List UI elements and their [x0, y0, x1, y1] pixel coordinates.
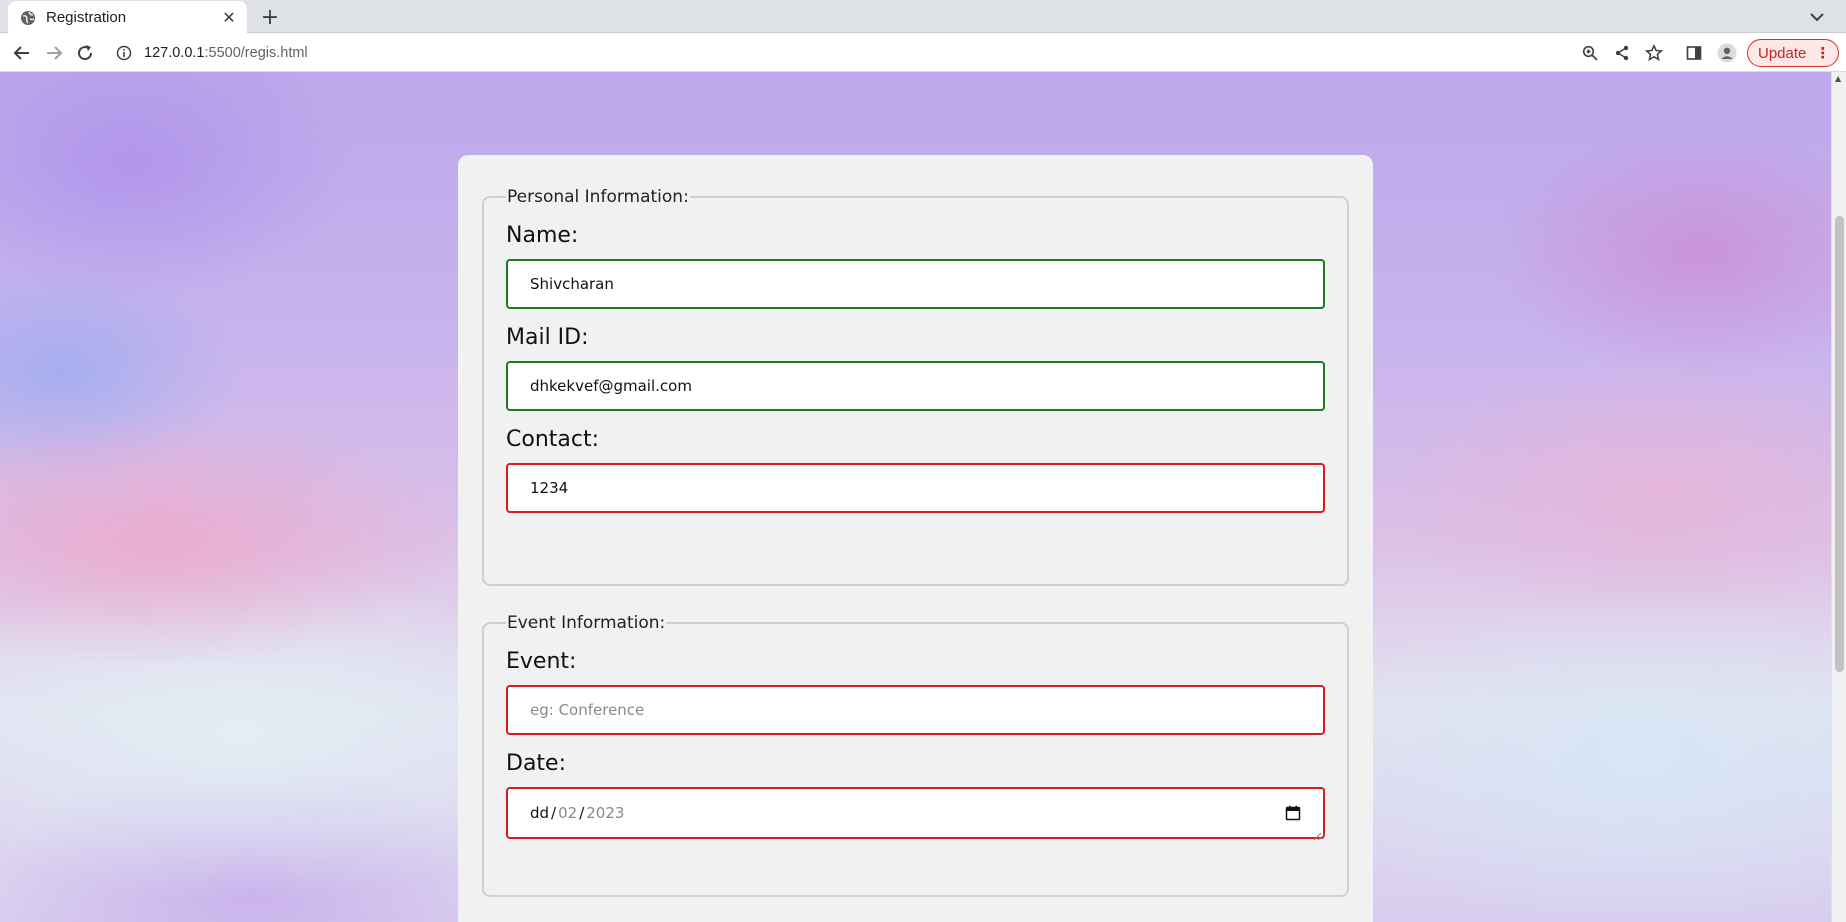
date-separator: /: [579, 804, 585, 822]
event-information-fieldset: Event Information: Event: Date: dd/02/20…: [482, 613, 1349, 897]
date-separator: /: [551, 804, 557, 822]
more-vertical-icon: ⋮: [1815, 43, 1831, 62]
name-input[interactable]: [506, 259, 1325, 309]
scroll-up-arrow-icon[interactable]: ▲: [1835, 74, 1841, 83]
date-label: Date:: [506, 751, 566, 776]
info-icon[interactable]: [114, 43, 134, 63]
reload-icon[interactable]: [72, 40, 98, 66]
url-text: 127.0.0.1:5500/regis.html: [144, 45, 308, 61]
contact-input[interactable]: [506, 463, 1325, 513]
zoom-icon[interactable]: [1579, 42, 1601, 64]
scrollbar-thumb[interactable]: [1835, 216, 1844, 672]
event-label: Event:: [506, 649, 577, 674]
chevron-down-icon[interactable]: [1806, 6, 1828, 28]
browser-tab[interactable]: Registration ✕: [8, 1, 247, 34]
update-label: Update: [1758, 44, 1807, 62]
url-path: :5500/regis.html: [204, 44, 308, 61]
date-day-segment[interactable]: dd: [530, 804, 549, 822]
calendar-icon[interactable]: [1285, 805, 1301, 821]
url-host: 127.0.0.1: [144, 44, 205, 61]
close-icon[interactable]: ✕: [217, 6, 241, 30]
profile-avatar-icon[interactable]: [1716, 42, 1738, 64]
contact-label: Contact:: [506, 427, 600, 452]
resize-grip-icon[interactable]: [1313, 827, 1322, 841]
address-bar[interactable]: 127.0.0.1:5500/regis.html: [110, 36, 1588, 69]
personal-information-legend: Personal Information:: [507, 187, 689, 207]
date-input[interactable]: dd/02/2023: [506, 787, 1325, 841]
share-icon[interactable]: [1611, 42, 1633, 64]
mail-id-label: Mail ID:: [506, 325, 589, 350]
bookmark-star-icon[interactable]: [1643, 42, 1665, 64]
name-label: Name:: [506, 223, 579, 248]
personal-information-fieldset: Personal Information: Name: Mail ID: Con…: [482, 187, 1349, 586]
date-year-segment[interactable]: 2023: [586, 804, 624, 822]
browser-toolbar: 127.0.0.1:5500/regis.html Update ⋮: [0, 33, 1846, 72]
forward-icon[interactable]: [41, 40, 67, 66]
date-month-segment[interactable]: 02: [558, 804, 577, 822]
update-button[interactable]: Update ⋮: [1747, 39, 1839, 67]
side-panel-icon[interactable]: [1683, 42, 1705, 64]
mail-id-input[interactable]: [506, 361, 1325, 411]
back-icon[interactable]: [9, 40, 35, 66]
browser-tab-strip: Registration ✕ +: [0, 0, 1846, 34]
event-input[interactable]: [506, 685, 1325, 735]
page-background: Personal Information: Name: Mail ID: Con…: [0, 72, 1846, 922]
globe-icon: [20, 10, 36, 26]
new-tab-icon[interactable]: +: [258, 5, 282, 30]
page-scrollbar[interactable]: ▲: [1831, 72, 1846, 922]
event-information-legend: Event Information:: [507, 613, 666, 633]
tab-title: Registration: [46, 9, 127, 26]
registration-form-card: Personal Information: Name: Mail ID: Con…: [458, 155, 1373, 922]
